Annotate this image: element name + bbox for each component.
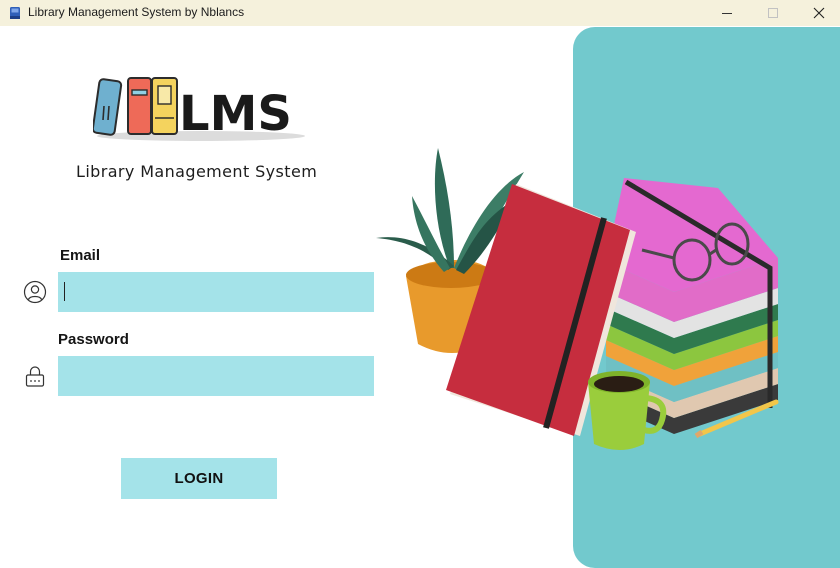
book-stack-illustration xyxy=(376,148,779,450)
password-label: Password xyxy=(58,331,129,348)
window-title: Library Management System by Nblancs xyxy=(28,5,245,19)
books-app-icon xyxy=(10,7,20,19)
title-bar: Library Management System by Nblancs xyxy=(0,0,840,26)
user-circle-icon xyxy=(23,280,47,304)
lock-icon xyxy=(25,366,45,387)
email-label: Email xyxy=(60,247,101,264)
login-button[interactable]: LOGIN xyxy=(121,458,277,499)
text-caret xyxy=(64,282,65,301)
email-field[interactable] xyxy=(58,272,374,312)
maximize-button[interactable] xyxy=(750,0,796,26)
close-button[interactable] xyxy=(796,0,840,26)
minimize-button[interactable] xyxy=(704,0,750,26)
books-logo-icon xyxy=(93,77,178,136)
maximize-icon xyxy=(768,8,778,18)
minimize-icon xyxy=(722,13,732,14)
app-subtitle: Library Management System xyxy=(76,162,318,181)
close-icon xyxy=(813,7,825,19)
password-field[interactable] xyxy=(58,356,374,396)
lms-logo: LMS xyxy=(93,77,305,142)
logo-text: LMS xyxy=(179,86,292,142)
